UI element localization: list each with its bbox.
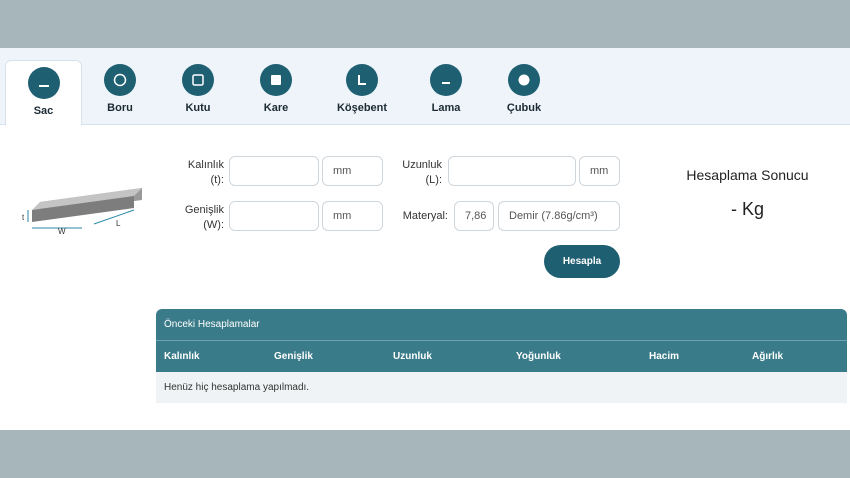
box-icon (182, 64, 214, 96)
result-title: Hesaplama Sonucu (686, 167, 809, 183)
column-header: Genişlik (274, 351, 313, 362)
density-input[interactable]: 7,86 (454, 201, 494, 231)
square-bar-icon (260, 64, 292, 96)
tab-sac[interactable]: Sac (5, 60, 82, 126)
length-label: Uzunluk (L): (402, 159, 442, 186)
length-input[interactable] (448, 156, 576, 186)
tab-label: Köşebent (336, 102, 388, 114)
tab-label: Çubuk (506, 102, 542, 114)
width-symbol: W (58, 227, 66, 236)
result-value: - Kg (730, 199, 764, 219)
calculator-app: Sac Boru Kutu Kare Köşebent Lama Çubuk W… (0, 48, 850, 430)
tab-lama[interactable]: Lama (426, 58, 466, 124)
empty-history-row: Henüz hiç hesaplama yapılmadı. (156, 372, 847, 403)
thickness-label: Kalınlık (t): (187, 159, 224, 186)
column-header: Yoğunluk (516, 351, 561, 362)
thickness-unit[interactable]: mm (322, 156, 383, 186)
material-label: Materyal: (402, 210, 448, 222)
angle-icon (346, 64, 378, 96)
tab-label: Sac (33, 105, 54, 117)
thickness-symbol: t (22, 213, 25, 222)
calculate-button[interactable]: Hesapla (544, 245, 620, 278)
thickness-input[interactable] (229, 156, 319, 186)
flat-bar-icon (430, 64, 462, 96)
column-header: Hacim (649, 351, 680, 362)
material-select[interactable]: Demir (7.86g/cm³) (498, 201, 620, 231)
pipe-icon (104, 64, 136, 96)
tab-boru[interactable]: Boru (100, 58, 140, 124)
column-header: Kalınlık (164, 351, 200, 362)
history-header-row: Kalınlık Genişlik Uzunluk Yoğunluk Hacim… (156, 340, 847, 372)
sheet-icon (27, 67, 60, 99)
length-symbol: L (116, 219, 121, 228)
history-table: Önceki Hesaplamalar Kalınlık Genişlik Uz… (156, 309, 847, 403)
tab-kutu[interactable]: Kutu (178, 58, 218, 124)
sheet-dimension-diagram: W L t (22, 188, 142, 236)
width-input[interactable] (229, 201, 319, 231)
width-unit[interactable]: mm (322, 201, 383, 231)
tab-kare[interactable]: Kare (256, 58, 296, 124)
column-header: Uzunluk (393, 351, 432, 362)
tab-label: Kare (263, 102, 289, 114)
tab-label: Boru (107, 102, 133, 114)
column-header: Ağırlık (752, 351, 784, 362)
length-unit[interactable]: mm (579, 156, 620, 186)
tab-label: Lama (431, 102, 461, 114)
tab-label: Kutu (185, 102, 211, 114)
history-title: Önceki Hesaplamalar (156, 309, 847, 340)
tab-kosebent[interactable]: Köşebent (334, 58, 390, 124)
tab-cubuk[interactable]: Çubuk (502, 58, 546, 124)
width-label: Genişlik (W): (184, 204, 224, 231)
profile-tab-bar: Sac Boru Kutu Kare Köşebent Lama Çubuk (0, 48, 850, 126)
round-bar-icon (508, 64, 540, 96)
